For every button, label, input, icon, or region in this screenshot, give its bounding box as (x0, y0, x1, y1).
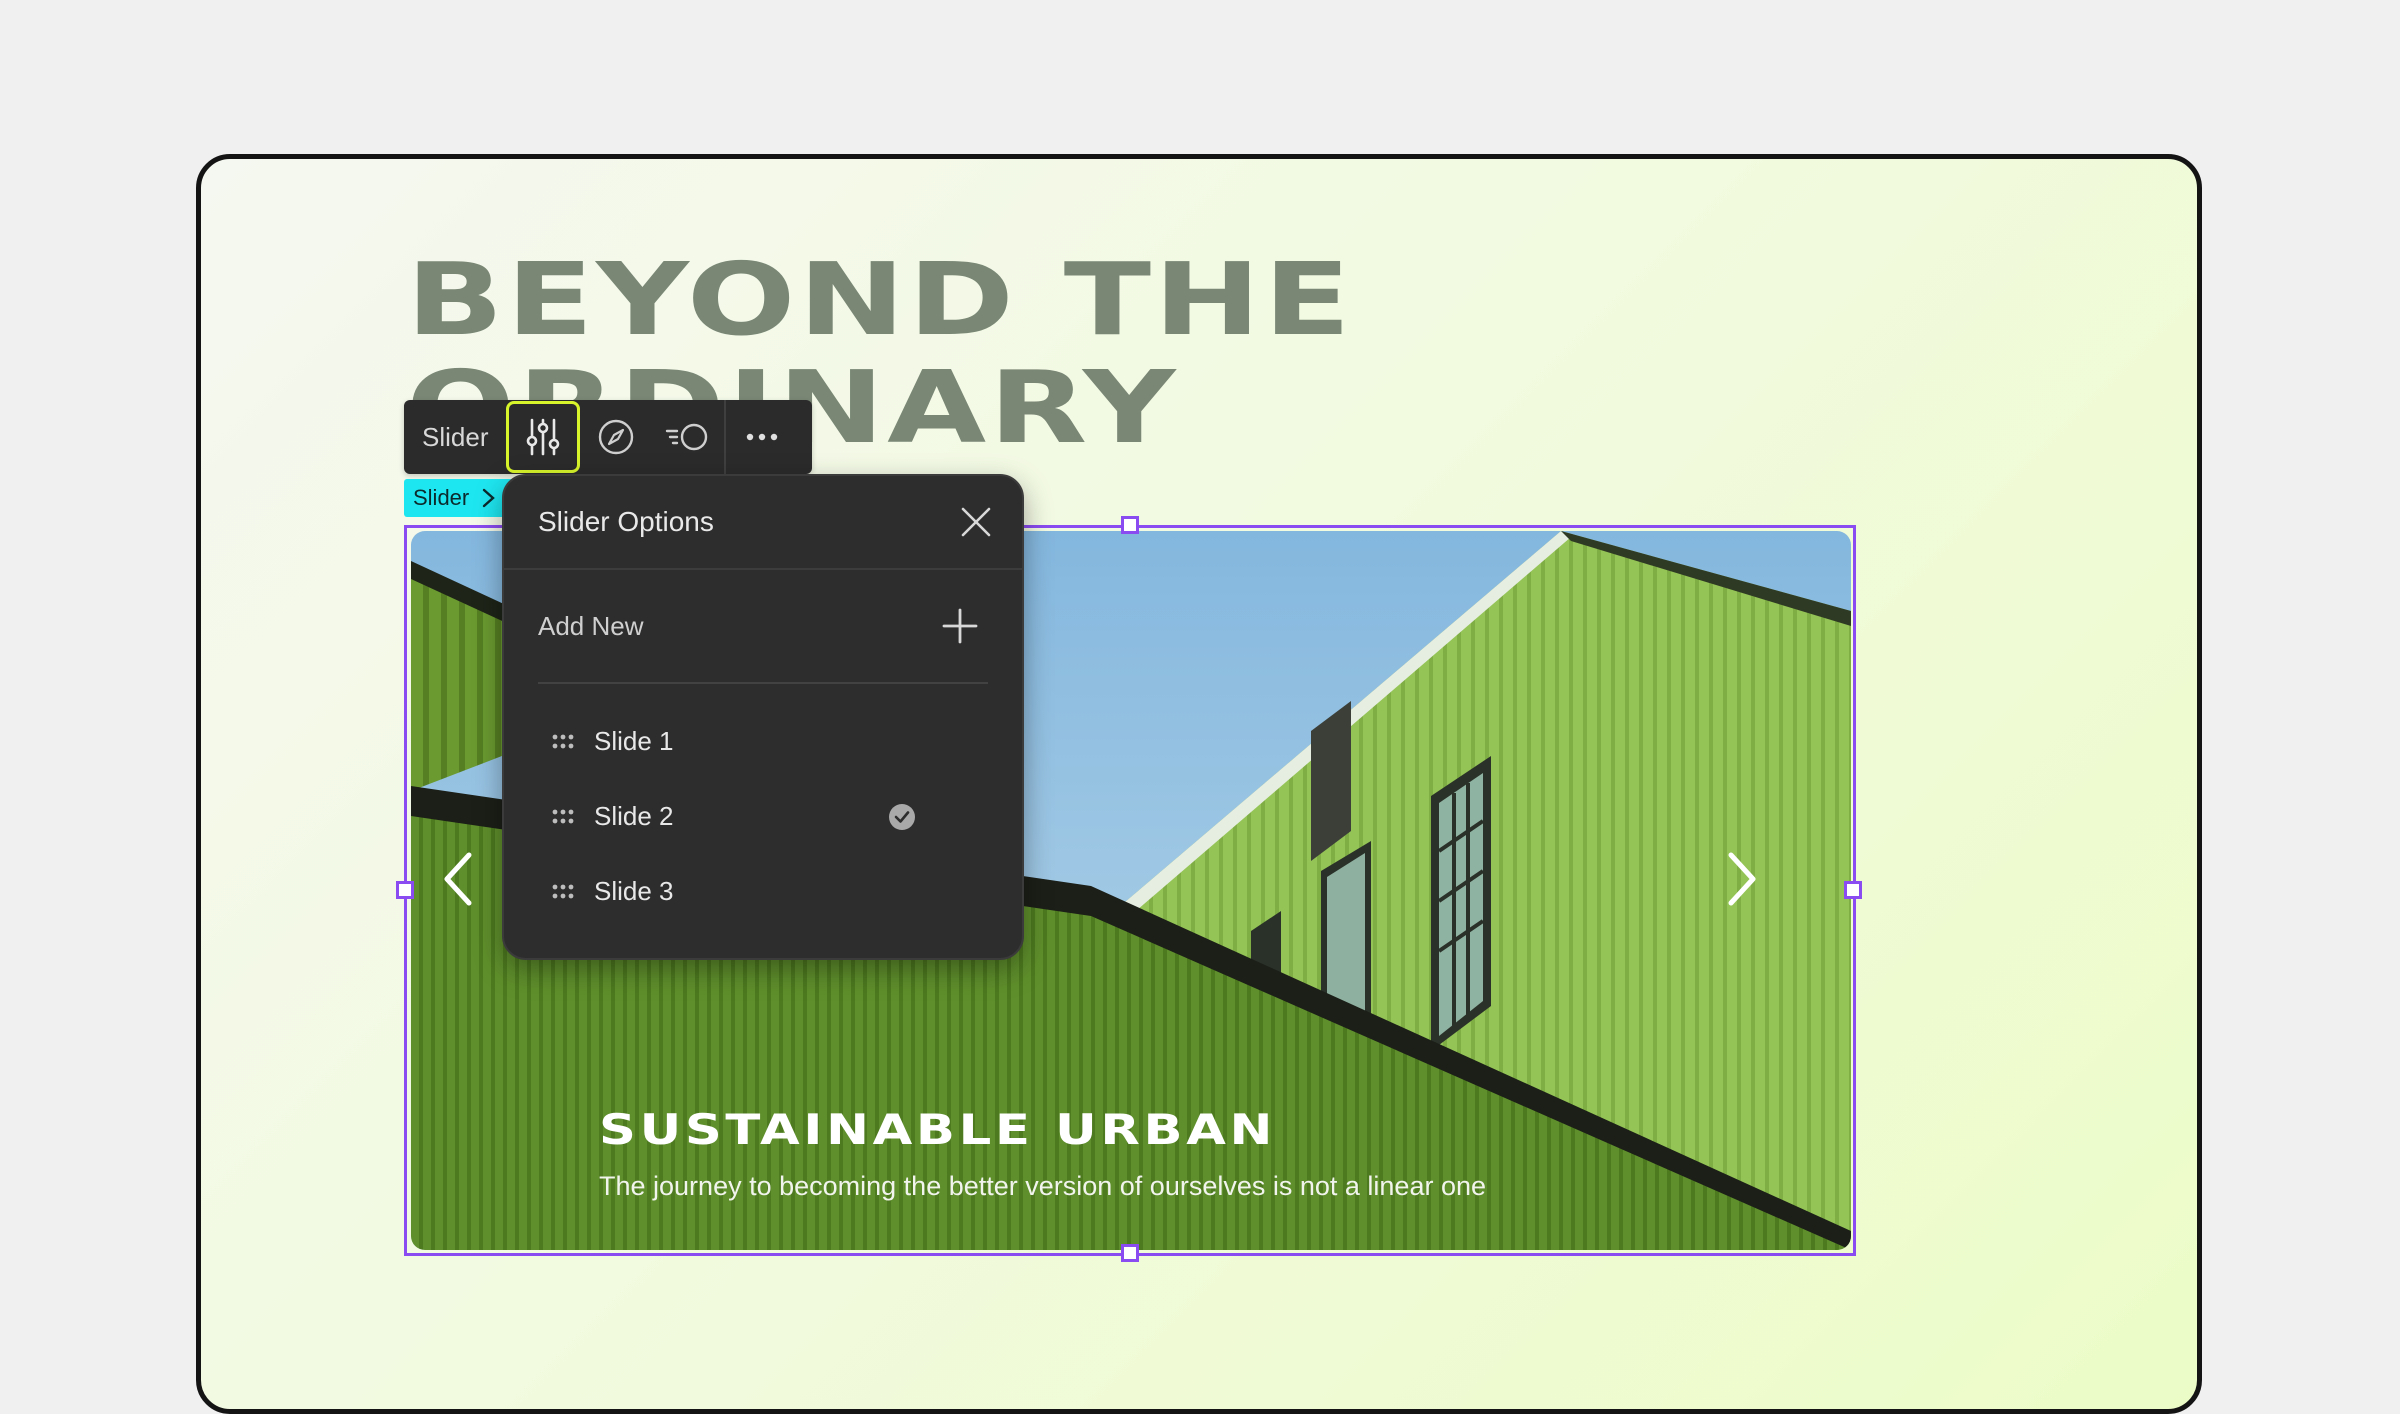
more-icon (747, 433, 778, 441)
navigation-button[interactable] (580, 400, 652, 474)
motion-icon (666, 423, 708, 451)
chevron-right-icon (483, 488, 496, 508)
slide-label: Slide 3 (594, 876, 674, 906)
toolbar-element-label: Slider (422, 421, 489, 452)
motion-effects-button[interactable] (652, 400, 724, 474)
resize-handle-bottom[interactable] (1121, 1244, 1139, 1262)
drag-handle-icon[interactable] (552, 884, 578, 900)
slide-label: Slide 2 (594, 801, 674, 831)
next-slide-arrow[interactable] (1727, 851, 1787, 931)
slide-title[interactable]: SUSTAINABLE URBAN (599, 1105, 1276, 1154)
drag-handle-icon[interactable] (552, 809, 578, 825)
add-new-row[interactable]: Add New (538, 570, 988, 684)
slide-list: Slide 1 Slide 2 Slide 3 (504, 684, 1022, 929)
slide-subtitle[interactable]: The journey to becoming the better versi… (599, 1171, 1486, 1202)
resize-handle-left[interactable] (396, 881, 414, 899)
close-button[interactable] (956, 502, 996, 542)
resize-handle-top[interactable] (1121, 516, 1139, 534)
chevron-right-icon (1728, 852, 1756, 906)
slide-list-item[interactable]: Slide 1 (504, 704, 1022, 779)
resize-handle-right[interactable] (1844, 881, 1862, 899)
chevron-left-icon (444, 852, 472, 906)
breadcrumb-label: Slider (413, 485, 470, 510)
hero-title-line-1: BEYOND THE (406, 241, 1354, 358)
slider-options-panel: Slider Options Add New Slide 1 Slide 2 S… (502, 474, 1024, 960)
slider-settings-button[interactable] (506, 401, 581, 473)
compass-icon (599, 419, 634, 455)
element-toolbar: Slider (404, 400, 812, 474)
plus-icon[interactable] (942, 608, 978, 644)
close-icon (961, 507, 991, 537)
add-new-label: Add New (538, 610, 644, 641)
panel-header: Slider Options (504, 476, 1022, 570)
drag-handle-icon[interactable] (552, 734, 578, 750)
previous-slide-arrow[interactable] (443, 851, 503, 931)
slide-list-item[interactable]: Slide 2 (504, 779, 1022, 854)
slide-list-item[interactable]: Slide 3 (504, 854, 1022, 929)
panel-title: Slider Options (538, 506, 714, 537)
element-breadcrumb[interactable]: Slider (404, 479, 514, 517)
sliders-settings-icon (527, 418, 560, 456)
slide-label: Slide 1 (594, 726, 674, 756)
checkmark-circle-icon (889, 804, 915, 830)
more-options-button[interactable] (726, 400, 798, 474)
